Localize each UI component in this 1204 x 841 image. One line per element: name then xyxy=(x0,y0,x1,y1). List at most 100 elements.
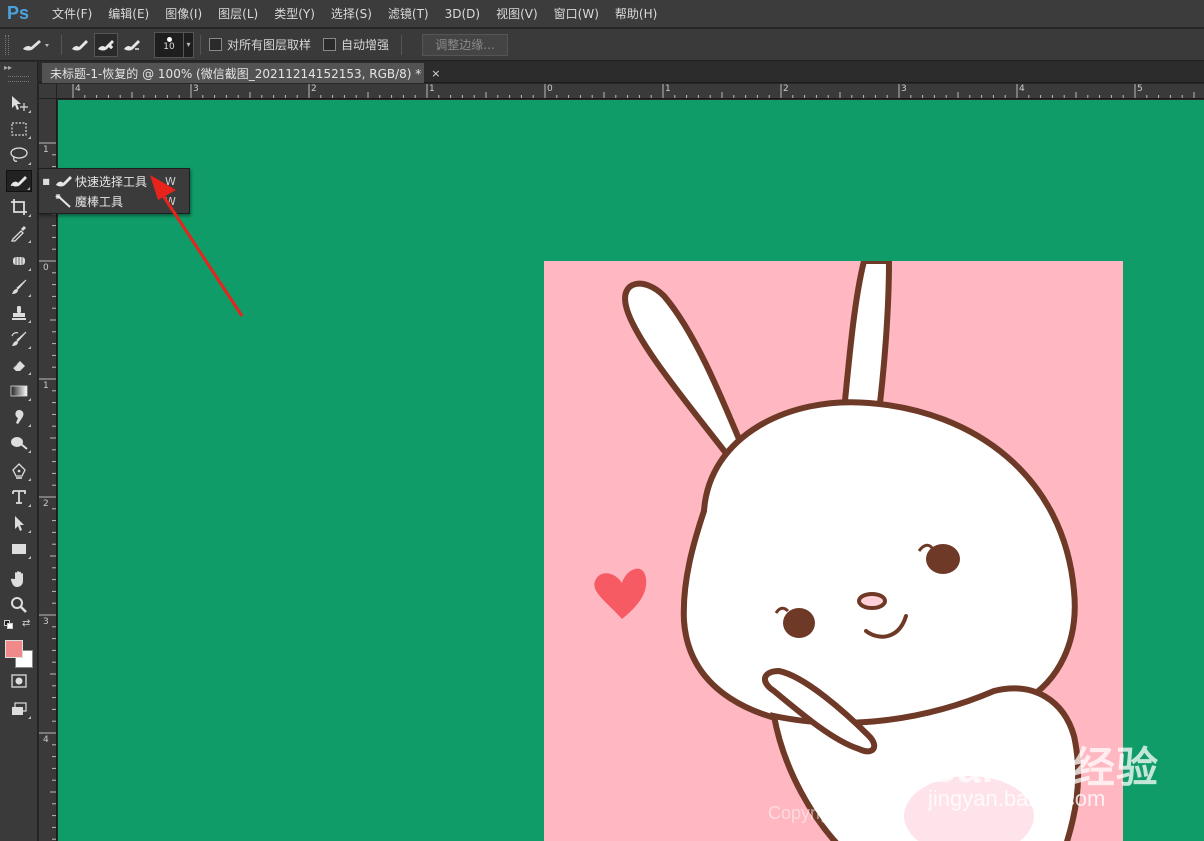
flyout-magic-wand-tool[interactable]: 魔棒工具 W xyxy=(39,191,189,211)
path-selection-tool[interactable] xyxy=(6,512,32,534)
add-to-selection-button[interactable] xyxy=(94,32,118,57)
horizontal-ruler-ticks xyxy=(72,84,1195,98)
move-tool-icon xyxy=(12,96,28,111)
hruler-label: 4 xyxy=(75,84,81,94)
menu-layer[interactable]: 图层(L) xyxy=(210,0,266,28)
document-tab-title: 未标题-1-恢复的 @ 100% (微信截图_20211214152153, R… xyxy=(50,66,422,81)
crop-tool[interactable] xyxy=(6,196,32,218)
hruler-label: 4 xyxy=(1019,84,1025,94)
menu-image[interactable]: 图像(I) xyxy=(157,0,210,28)
brush-tool[interactable] xyxy=(6,276,32,298)
new-selection-button[interactable] xyxy=(68,33,92,57)
menu-edit[interactable]: 编辑(E) xyxy=(100,0,157,28)
sample-all-layers-checkbox[interactable] xyxy=(209,38,222,51)
clone-stamp-tool[interactable] xyxy=(6,302,32,324)
flyout-shortcut: W xyxy=(165,174,176,188)
gradient-tool-icon xyxy=(10,385,28,397)
options-separator xyxy=(200,34,201,55)
flyout-shortcut: W xyxy=(165,194,176,208)
brush-size-value: 10 xyxy=(163,42,175,52)
eyedropper-tool[interactable] xyxy=(6,222,32,244)
options-separator xyxy=(401,34,403,55)
menu-view[interactable]: 视图(V) xyxy=(488,0,546,28)
menu-window[interactable]: 窗口(W) xyxy=(546,0,607,28)
eraser-tool[interactable] xyxy=(6,354,32,376)
quick-mask-button[interactable] xyxy=(6,670,32,692)
subtract-from-selection-button[interactable] xyxy=(120,33,144,57)
screen-mode-button[interactable] xyxy=(6,698,32,720)
magic-wand-tool-icon xyxy=(55,194,71,208)
quick-selection-tool-icon xyxy=(10,176,27,187)
dodge-tool[interactable] xyxy=(6,432,32,454)
menu-filter[interactable]: 滤镜(T) xyxy=(380,0,437,28)
default-colors-icon[interactable] xyxy=(4,620,14,630)
hruler-label: 0 xyxy=(547,84,553,94)
type-tool-icon xyxy=(12,490,26,504)
ruler-origin[interactable] xyxy=(39,84,57,99)
toolbar-collapse-icon[interactable]: ▸▸ xyxy=(0,62,37,76)
brush-size-picker[interactable]: 10 xyxy=(154,31,184,58)
brush-new-selection-icon xyxy=(72,39,88,50)
watermark-url: jingyan.baidu.com xyxy=(928,786,1106,811)
vruler-label: 4 xyxy=(43,735,49,745)
foreground-color-swatch[interactable] xyxy=(5,640,23,658)
hand-tool[interactable] xyxy=(6,568,32,590)
healing-brush-tool[interactable] xyxy=(6,250,32,272)
pen-tool[interactable] xyxy=(6,460,32,482)
baidu-watermark: Bai du 经验 jingyan.baidu.com xyxy=(900,700,1200,841)
pen-tool-icon xyxy=(12,463,26,479)
selected-bullet: ■ xyxy=(42,176,50,186)
rectangle-tool[interactable] xyxy=(6,538,32,560)
tool-preset-picker[interactable] xyxy=(15,32,55,58)
quick-selection-tool[interactable] xyxy=(6,170,32,192)
photoshop-window: Ps 文件(F) 编辑(E) 图像(I) 图层(L) 类型(Y) 选择(S) 滤… xyxy=(0,0,1204,841)
options-bar: 10 ▾ 对所有图层取样 自动增强 调整边缘... xyxy=(0,29,1204,61)
history-brush-tool[interactable] xyxy=(6,328,32,350)
gradient-tool[interactable] xyxy=(6,380,32,402)
rectangle-tool-icon xyxy=(12,544,26,554)
options-grip[interactable] xyxy=(5,34,9,55)
menu-file[interactable]: 文件(F) xyxy=(44,0,100,28)
dodge-tool-icon xyxy=(11,437,28,450)
lasso-tool[interactable] xyxy=(6,144,32,166)
auto-enhance-label: 自动增强 xyxy=(341,38,390,52)
menu-select[interactable]: 选择(S) xyxy=(323,0,380,28)
eyedropper-tool-icon xyxy=(10,226,26,242)
vruler-label: 0 xyxy=(43,263,49,273)
zoom-tool[interactable] xyxy=(6,594,32,616)
flyout-item-label: 魔棒工具 xyxy=(75,194,124,209)
auto-enhance-checkbox[interactable] xyxy=(323,38,337,51)
swap-colors-icon[interactable]: ⇄ xyxy=(22,618,30,629)
hruler-label: 1 xyxy=(665,84,671,94)
menu-help[interactable]: 帮助(H) xyxy=(607,0,665,28)
menu-type[interactable]: 类型(Y) xyxy=(266,0,323,28)
move-tool[interactable] xyxy=(6,92,32,114)
vruler-label: 1 xyxy=(43,381,49,391)
menu-3d[interactable]: 3D(D) xyxy=(437,0,488,28)
blur-tool-icon xyxy=(15,410,24,424)
brush-dropdown-arrow[interactable]: ▾ xyxy=(184,31,194,58)
flyout-quick-selection-tool[interactable]: ■ 快速选择工具 W xyxy=(39,171,189,191)
eraser-tool-icon xyxy=(12,361,25,371)
document-tab[interactable]: 未标题-1-恢复的 @ 100% (微信截图_20211214152153, R… xyxy=(42,63,441,83)
zoom-tool-icon xyxy=(11,597,27,613)
blur-tool[interactable] xyxy=(6,406,32,428)
quick-selection-preset-icon xyxy=(23,39,49,50)
brush-add-selection-icon xyxy=(98,39,114,50)
healing-brush-tool-icon xyxy=(13,257,25,265)
vruler-label: 3 xyxy=(43,617,49,627)
selection-tool-flyout: ■ 快速选择工具 W 魔棒工具 W xyxy=(38,168,190,214)
vruler-label: 2 xyxy=(43,499,49,509)
horizontal-ruler[interactable]: 4 3 2 1 0 1 2 3 4 5 xyxy=(57,84,1204,99)
close-icon[interactable]: × xyxy=(431,67,440,80)
vruler-label: 1 xyxy=(43,145,49,155)
hruler-label: 2 xyxy=(311,84,317,94)
toolbar-grip[interactable] xyxy=(8,76,29,82)
screen-mode-icon xyxy=(12,702,27,715)
watermark-copyright: Copyright xyxy=(768,803,846,823)
refine-edge-button[interactable]: 调整边缘... xyxy=(422,33,509,56)
options-separator xyxy=(61,34,62,55)
marquee-tool[interactable] xyxy=(6,118,32,140)
type-tool[interactable] xyxy=(6,486,32,508)
history-brush-tool-icon xyxy=(11,331,27,346)
